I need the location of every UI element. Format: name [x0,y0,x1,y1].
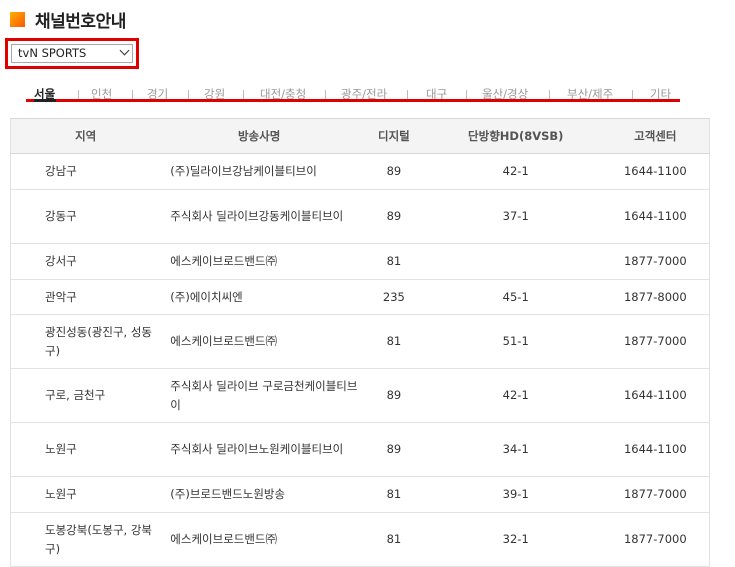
cell-customer-center: 1877-7000 [601,476,710,513]
cell-customer-center: 1877-8000 [601,279,710,315]
cell-region: 노원구 [10,422,161,477]
page-header: 채널번호안내 [10,8,126,32]
cell-digital: 89 [357,422,430,477]
chevron-down-icon [119,45,130,56]
table-row: 강서구 에스케이브로드밴드㈜ 81 1877-7000 [10,243,710,280]
cell-broadcaster: (주)브로드밴드노원방송 [160,476,358,513]
channel-select[interactable]: tvN SPORTS [11,44,133,63]
channel-select-value: tvN SPORTS [18,46,87,60]
table-row: 노원구 (주)브로드밴드노원방송 81 39-1 1877-7000 [10,476,710,513]
active-tab-underline [34,99,56,102]
cell-region: 관악구 [10,279,161,315]
cell-digital: 89 [357,153,430,190]
cell-broadcaster: 주식회사 딜라이브노원케이블티브이 [160,422,358,477]
col-header-customer-center: 고객센터 [601,118,710,154]
cell-broadcaster: 에스케이브로드밴드㈜ [160,314,358,369]
cell-digital: 81 [357,314,430,369]
cell-digital: 81 [357,243,430,280]
cell-customer-center: 1877-7000 [601,314,710,369]
cell-hd: 42-1 [429,153,602,190]
col-header-hd-8vsb: 단방향HD(8VSB) [429,118,602,154]
col-header-broadcaster: 방송사명 [160,118,358,154]
orange-square-icon [10,11,25,27]
cell-digital: 81 [357,476,430,513]
cell-hd: 34-1 [429,422,602,477]
cell-broadcaster: (주)딜라이브강남케이블티브이 [160,153,358,190]
cell-broadcaster: (주)에이치씨엔 [160,279,358,315]
col-header-region: 지역 [10,118,161,154]
cell-hd: 51-1 [429,314,602,369]
cell-hd: 37-1 [429,189,602,244]
cell-digital: 89 [357,189,430,244]
cell-hd: 45-1 [429,279,602,315]
cell-hd: 39-1 [429,476,602,513]
cell-region: 노원구 [10,476,161,513]
table-row: 관악구 (주)에이치씨엔 235 45-1 1877-8000 [10,279,710,315]
channel-table: 지역 방송사명 디지털 단방향HD(8VSB) 고객센터 강남구 (주)딜라이브… [10,118,710,567]
table-row: 강동구 주식회사 딜라이브강동케이블티브이 89 37-1 1644-1100 [10,189,710,244]
table-row: 노원구 주식회사 딜라이브노원케이블티브이 89 34-1 1644-1100 [10,422,710,477]
page-title: 채널번호안내 [35,11,126,32]
cell-digital: 235 [357,279,430,315]
region-tabs: 서울 인천 경기 강원 대전/충청 광주/전라 대구 울산/경상 부산/제주 기… [26,86,680,106]
col-header-digital: 디지털 [357,118,430,154]
table-row: 광진성동(광진구, 성동구) 에스케이브로드밴드㈜ 81 51-1 1877-7… [10,314,710,369]
table-row: 구로, 금천구 주식회사 딜라이브 구로금천케이블티브이 89 42-1 164… [10,368,710,423]
cell-broadcaster: 주식회사 딜라이브 구로금천케이블티브이 [160,368,358,423]
cell-region: 강서구 [10,243,161,280]
cell-region: 구로, 금천구 [10,368,161,423]
table-header-row: 지역 방송사명 디지털 단방향HD(8VSB) 고객센터 [10,118,710,154]
cell-region: 강동구 [10,189,161,244]
channel-select-highlight: tvN SPORTS [5,38,139,69]
cell-customer-center: 1644-1100 [601,422,710,477]
cell-hd: 42-1 [429,368,602,423]
cell-customer-center: 1644-1100 [601,153,710,190]
cell-customer-center: 1877-7000 [601,243,710,280]
tabs-highlight-underline [26,99,680,102]
cell-broadcaster: 에스케이브로드밴드㈜ [160,243,358,280]
cell-broadcaster: 주식회사 딜라이브강동케이블티브이 [160,189,358,244]
table-row: 강남구 (주)딜라이브강남케이블티브이 89 42-1 1644-1100 [10,153,710,190]
cell-region: 광진성동(광진구, 성동구) [10,314,161,369]
cell-region: 강남구 [10,153,161,190]
cell-customer-center: 1644-1100 [601,368,710,423]
cell-customer-center: 1644-1100 [601,189,710,244]
cell-hd [429,243,602,280]
cell-digital: 89 [357,368,430,423]
